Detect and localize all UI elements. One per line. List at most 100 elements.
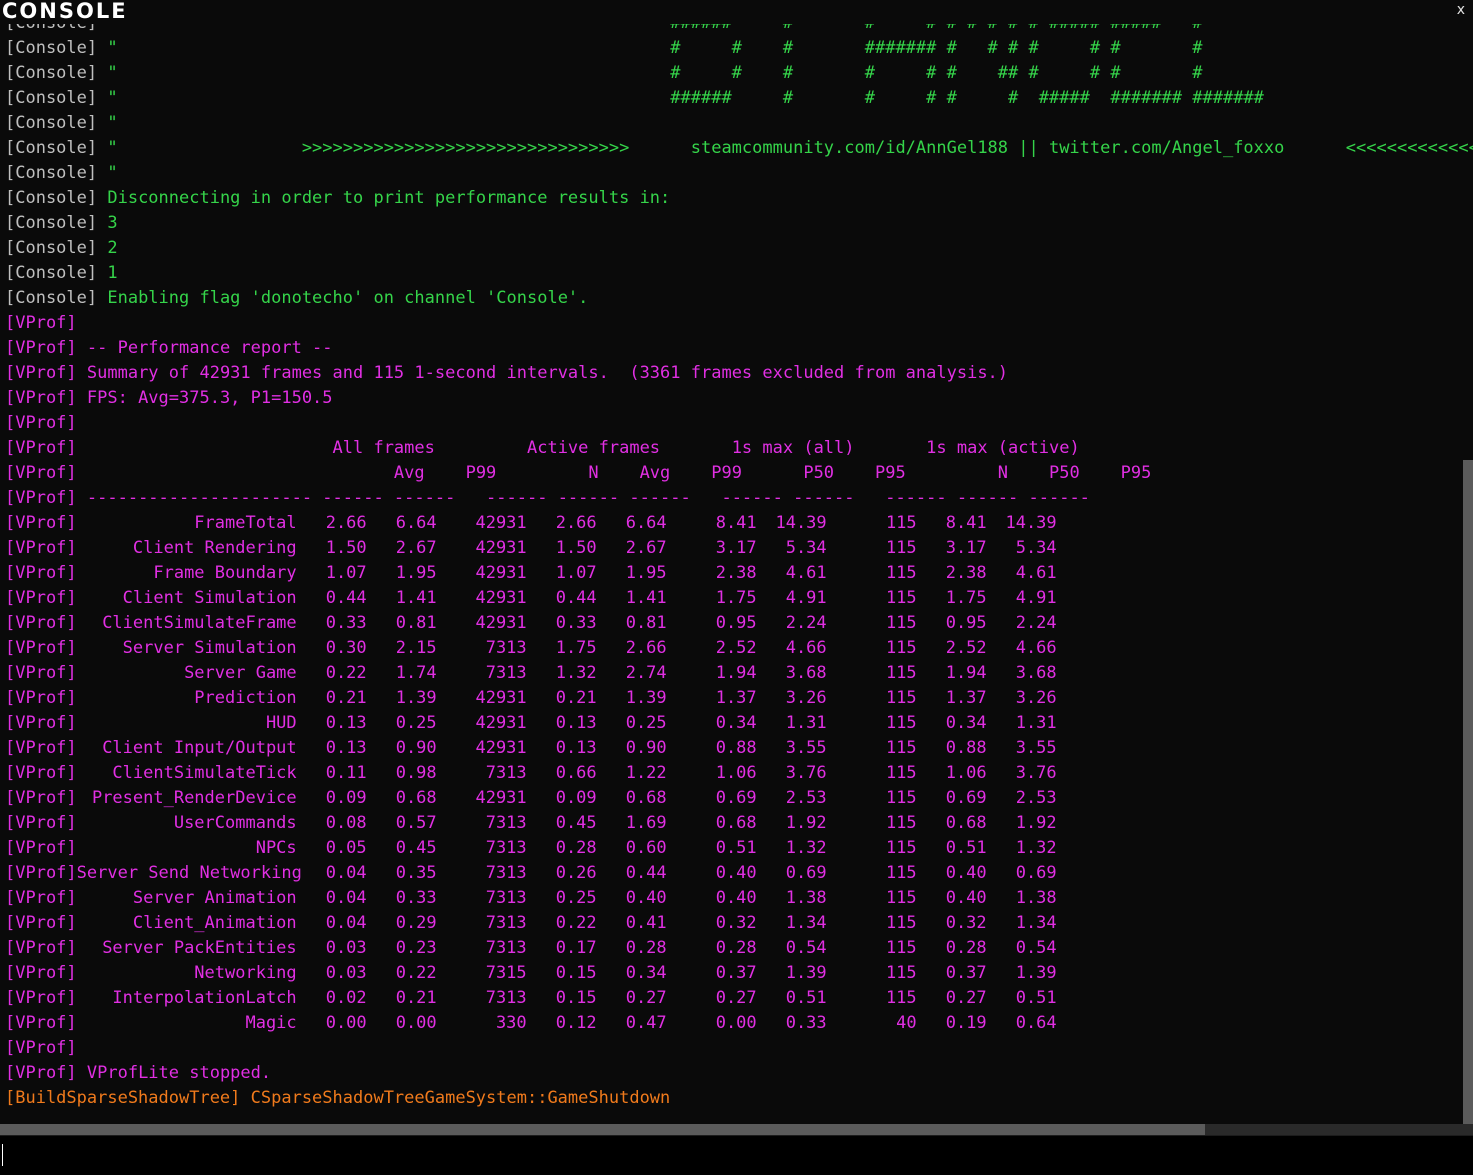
table-cell-avg: 2.66 <box>325 513 367 533</box>
table-cell-a-avg: 0.45 <box>555 813 597 833</box>
log-tag: [VProf] <box>5 613 77 633</box>
log-message: " ###### # # # # # # # # ##### ##### # <box>97 24 1202 36</box>
horizontal-scrollbar[interactable] <box>0 1124 1205 1135</box>
vprof-table-row: [VProf] Client Input/Output 0.13 0.90 42931 0… <box>5 736 1473 761</box>
table-cell-a-p99: 1.39 <box>625 688 667 708</box>
table-cell-name: Server Game <box>184 663 297 683</box>
table-cell-avg: 0.11 <box>325 763 367 783</box>
log-tag: [VProf] <box>5 313 77 333</box>
console-line: [Console] " <box>5 161 1473 186</box>
table-cell-ap95: 3.76 <box>1015 763 1057 783</box>
close-icon[interactable]: x <box>1457 2 1465 18</box>
table-cell-name: Server Animation <box>132 888 297 908</box>
console-line: [Console] " ###### # # # # # # # # #####… <box>5 24 1473 36</box>
table-cell-p95: 1.31 <box>785 713 827 733</box>
table-cell-name: Frame Boundary <box>153 563 297 583</box>
table-cell-a-p99: 0.68 <box>625 788 667 808</box>
table-cell-ap50: 0.34 <box>945 713 987 733</box>
vprof-line: [VProf] Avg P99 N Avg P99 P50 P95 N P50 … <box>5 461 1473 486</box>
table-cell-avg: 0.13 <box>325 713 367 733</box>
table-cell-p99: 1.95 <box>395 563 437 583</box>
log-tag: [VProf] <box>5 563 77 583</box>
console-line: [Console] " # # # ####### # # # # # # # <box>5 36 1473 61</box>
table-cell-an: 115 <box>885 763 917 783</box>
table-cell-a-avg: 0.25 <box>555 888 597 908</box>
table-cell-an: 115 <box>885 513 917 533</box>
build-line: [BuildSparseShadowTree] CSparseShadowTre… <box>5 1086 1473 1111</box>
table-cell-p50: 1.94 <box>715 663 757 683</box>
table-cell-ap50: 0.51 <box>945 838 987 858</box>
table-cell-n: 7313 <box>485 888 527 908</box>
log-tag: [VProf] <box>5 438 77 458</box>
table-cell-an: 115 <box>885 813 917 833</box>
log-tag: [VProf] <box>5 688 77 708</box>
table-cell-ap95: 1.39 <box>1015 963 1057 983</box>
table-cell-name: Prediction <box>194 688 297 708</box>
log-tag: [Console] <box>5 188 98 208</box>
table-cell-p50: 0.28 <box>715 938 757 958</box>
table-cell-p50: 3.17 <box>715 538 757 558</box>
command-input[interactable] <box>6 1142 1460 1170</box>
table-cell-avg: 0.02 <box>325 988 367 1008</box>
table-cell-name: InterpolationLatch <box>112 988 297 1008</box>
log-tag: [Console] <box>5 138 98 158</box>
table-cell-n: 7313 <box>485 988 527 1008</box>
table-cell-ap95: 1.32 <box>1015 838 1057 858</box>
table-cell-ap95: 5.34 <box>1015 538 1057 558</box>
log-tag: [VProf] <box>5 413 77 433</box>
vertical-scrollbar[interactable] <box>1463 460 1473 1124</box>
log-message: " >>>>>>>>>>>>>>>>>>>>>>>>>>>>>>>> steam… <box>97 138 1473 158</box>
table-cell-an: 115 <box>885 938 917 958</box>
table-cell-n: 7313 <box>485 763 527 783</box>
table-cell-p50: 1.06 <box>715 763 757 783</box>
table-cell-avg: 0.04 <box>325 863 367 883</box>
table-cell-p95: 0.69 <box>785 863 827 883</box>
table-cell-avg: 0.30 <box>325 638 367 658</box>
vprof-table-row: [VProf] ClientSimulateFrame 0.33 0.81 42931 0… <box>5 611 1473 636</box>
table-cell-avg: 0.04 <box>325 913 367 933</box>
table-cell-a-avg: 0.21 <box>555 688 597 708</box>
table-cell-a-avg: 0.13 <box>555 713 597 733</box>
table-cell-p95: 2.24 <box>785 613 827 633</box>
table-cell-p99: 1.39 <box>395 688 437 708</box>
log-message: Summary of 42931 frames and 115 1-second… <box>76 363 1009 383</box>
table-cell-ap50: 0.69 <box>945 788 987 808</box>
table-cell-p95: 5.34 <box>785 538 827 558</box>
table-cell-p99: 2.67 <box>395 538 437 558</box>
log-message: VProfLite stopped. <box>76 1063 272 1083</box>
table-cell-name: Server PackEntities <box>102 938 297 958</box>
console-log[interactable]: [Console] " ###### # # # # # # # # #####… <box>0 24 1473 1124</box>
table-cell-an: 115 <box>885 738 917 758</box>
table-cell-avg: 0.22 <box>325 663 367 683</box>
log-tag: [VProf] <box>5 913 77 933</box>
table-cell-name: Present_RenderDevice <box>91 788 297 808</box>
log-tag: [VProf] <box>5 763 77 783</box>
table-cell-p95: 3.55 <box>785 738 827 758</box>
table-cell-name: UserCommands <box>173 813 297 833</box>
table-cell-p50: 0.88 <box>715 738 757 758</box>
log-tag: [VProf] <box>5 963 77 983</box>
table-cell-p99: 0.33 <box>395 888 437 908</box>
log-tag: [VProf] <box>5 788 77 808</box>
table-cell-a-p99: 0.90 <box>625 738 667 758</box>
table-cell-a-avg: 0.66 <box>555 763 597 783</box>
console-line: [Console] 2 <box>5 236 1473 261</box>
log-tag: [Console] <box>5 238 98 258</box>
table-cell-a-avg: 0.15 <box>555 963 597 983</box>
table-cell-p95: 1.39 <box>785 963 827 983</box>
log-message: -- Performance report -- <box>76 338 333 358</box>
table-cell-p50: 1.75 <box>715 588 757 608</box>
log-message: Avg P99 N Avg P99 P50 P95 N P50 P95 <box>76 463 1152 483</box>
table-cell-an: 115 <box>885 638 917 658</box>
log-tag: [Console] <box>5 24 97 36</box>
window-title: CONSOLE <box>2 0 128 23</box>
table-cell-avg: 0.44 <box>325 588 367 608</box>
table-cell-n: 7313 <box>485 913 527 933</box>
table-cell-p95: 0.51 <box>785 988 827 1008</box>
log-message: All frames Active frames 1s max (all) 1s… <box>76 438 1080 458</box>
table-cell-name: Magic <box>245 1013 297 1033</box>
log-message: 1 <box>97 263 118 283</box>
table-cell-an: 115 <box>885 613 917 633</box>
table-cell-a-p99: 0.40 <box>625 888 667 908</box>
table-cell-p50: 0.95 <box>715 613 757 633</box>
